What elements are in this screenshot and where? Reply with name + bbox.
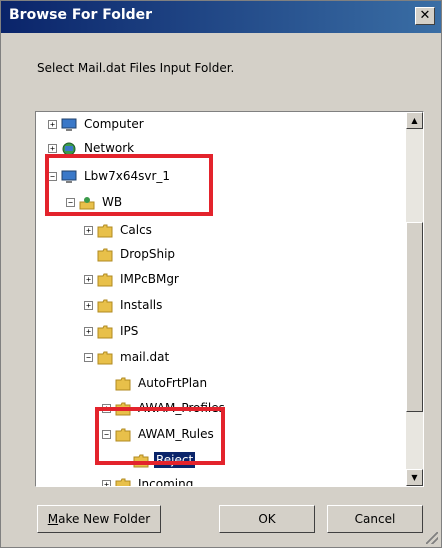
folder-icon <box>115 477 131 486</box>
close-button[interactable]: ✕ <box>415 7 435 25</box>
expand-icon[interactable]: + <box>84 326 93 336</box>
tree-item-computer[interactable]: + Computer <box>48 114 146 134</box>
folder-icon <box>97 350 113 365</box>
tree-item-label: Calcs <box>120 223 152 237</box>
arrow-up-icon: ▲ <box>411 116 418 125</box>
highlight-box-server <box>45 154 213 216</box>
expand-icon[interactable]: + <box>102 479 111 486</box>
collapse-icon[interactable]: − <box>84 352 93 362</box>
instruction-text: Select Mail.dat Files Input Folder. <box>37 61 235 75</box>
expand-icon[interactable]: + <box>84 300 93 310</box>
tree-item-ips[interactable]: + IPS <box>84 321 140 341</box>
tree-item-label: Computer <box>84 117 144 131</box>
tree-item-label: DropShip <box>120 247 176 261</box>
folder-icon <box>97 223 113 238</box>
tree-item-label: Incoming <box>138 477 194 487</box>
ok-label: OK <box>258 512 276 526</box>
expand-icon[interactable]: + <box>84 274 93 284</box>
expand-icon[interactable]: + <box>48 119 57 129</box>
expand-icon[interactable]: + <box>48 143 57 153</box>
computer-icon <box>61 117 77 131</box>
ok-button[interactable]: OK <box>219 505 315 533</box>
tree-item-label: IPS <box>120 324 139 338</box>
network-icon <box>61 141 77 156</box>
tree-item-label: Installs <box>120 298 163 312</box>
scroll-thumb[interactable] <box>406 222 423 412</box>
make-new-folder-mnemonic: M <box>47 512 59 526</box>
tree-item-autofrtplan[interactable]: AutoFrtPlan <box>102 373 209 393</box>
tree-item-mail-dat[interactable]: − mail.dat <box>84 347 171 367</box>
folder-icon <box>115 376 131 391</box>
folder-icon <box>97 272 113 287</box>
folder-icon <box>97 247 113 262</box>
cancel-button[interactable]: Cancel <box>327 505 423 533</box>
scroll-up-button[interactable]: ▲ <box>406 112 423 129</box>
dialog-title: Browse For Folder <box>9 7 153 23</box>
folder-icon <box>97 298 113 313</box>
scroll-down-button[interactable]: ▼ <box>406 469 423 486</box>
tree-item-label: AutoFrtPlan <box>138 376 208 390</box>
tree-item-dropship[interactable]: DropShip <box>84 244 177 264</box>
highlight-box-rules <box>95 407 225 465</box>
tree-item-impcbmgr[interactable]: + IMPcBMgr <box>84 269 181 289</box>
tree-item-label: mail.dat <box>120 350 170 364</box>
tree-item-calcs[interactable]: + Calcs <box>84 220 154 240</box>
tree-item-incoming[interactable]: + Incoming <box>102 474 195 487</box>
close-icon: ✕ <box>419 8 431 23</box>
expand-icon[interactable]: + <box>84 225 93 235</box>
browse-for-folder-dialog: Browse For Folder ✕ Select Mail.dat File… <box>0 0 442 548</box>
cancel-label: Cancel <box>354 512 396 526</box>
title-bar[interactable]: Browse For Folder ✕ <box>1 1 441 33</box>
make-new-folder-button[interactable]: Make New Folder <box>37 505 161 533</box>
arrow-down-icon: ▼ <box>411 473 418 482</box>
tree-item-installs[interactable]: + Installs <box>84 295 164 315</box>
make-new-folder-label: ake New Folder <box>58 512 151 526</box>
tree-item-label: IMPcBMgr <box>120 272 179 286</box>
resize-grip-icon[interactable] <box>426 532 438 544</box>
vertical-scrollbar[interactable]: ▲ ▼ <box>406 112 423 486</box>
folder-icon <box>97 324 113 339</box>
